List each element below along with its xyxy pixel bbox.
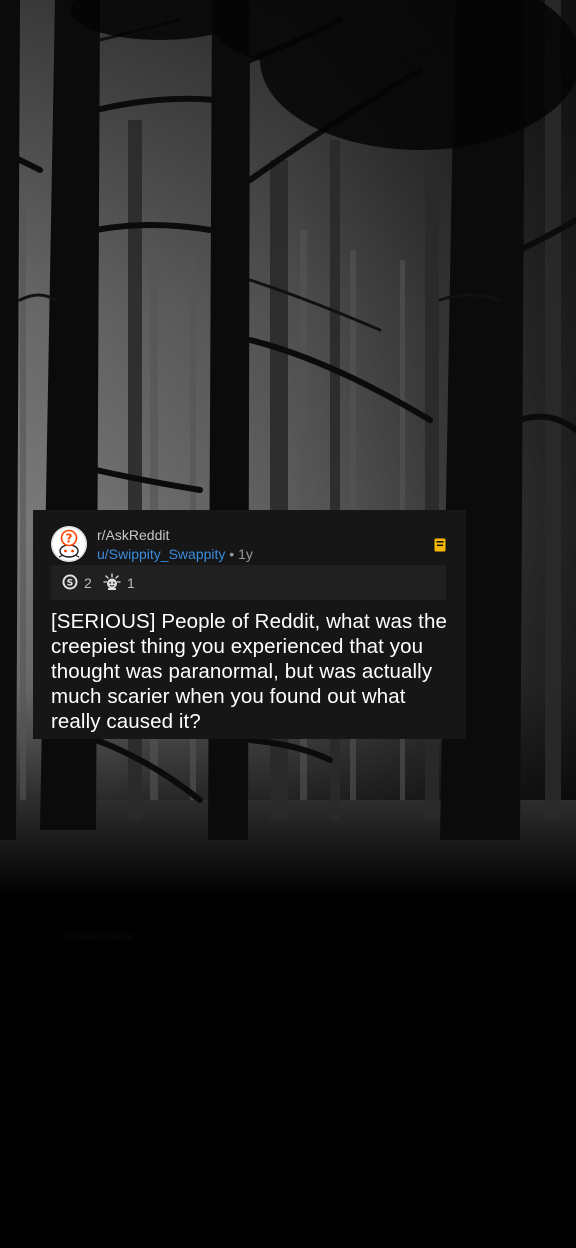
award-count: 2 — [84, 575, 92, 591]
video-frame: ~~~~~~ ? r/AskReddit u/Swippity_Swappity… — [0, 0, 576, 1248]
post-header: ? r/AskReddit u/Swippity_Swappity • 1y — [51, 518, 448, 562]
post-title[interactable]: [SERIOUS] People of Reddit, what was the… — [51, 609, 451, 734]
save-bookmark-icon[interactable] — [434, 538, 446, 552]
award-silver[interactable]: S 2 — [62, 574, 92, 592]
svg-text:S: S — [67, 578, 73, 588]
faint-watermark: ~~~~~~ — [64, 926, 135, 948]
svg-text:?: ? — [66, 532, 73, 546]
awards-bar: S 2 1 — [51, 565, 446, 600]
reddit-alien-question-icon: ? — [51, 526, 87, 562]
silver-award-icon: S — [62, 574, 78, 593]
subreddit-name[interactable]: r/AskReddit — [97, 527, 253, 543]
reddit-post-card[interactable]: ? r/AskReddit u/Swippity_Swappity • 1y S… — [33, 510, 466, 739]
author-username[interactable]: u/Swippity_Swappity — [97, 546, 225, 562]
award-wholesome[interactable]: 1 — [103, 572, 135, 594]
wholesome-award-icon — [103, 572, 121, 594]
post-age: 1y — [238, 546, 253, 562]
meta-separator: • — [229, 546, 235, 562]
post-meta: r/AskReddit u/Swippity_Swappity • 1y — [97, 527, 253, 562]
author-line: u/Swippity_Swappity • 1y — [97, 546, 253, 562]
award-count: 1 — [127, 575, 135, 591]
